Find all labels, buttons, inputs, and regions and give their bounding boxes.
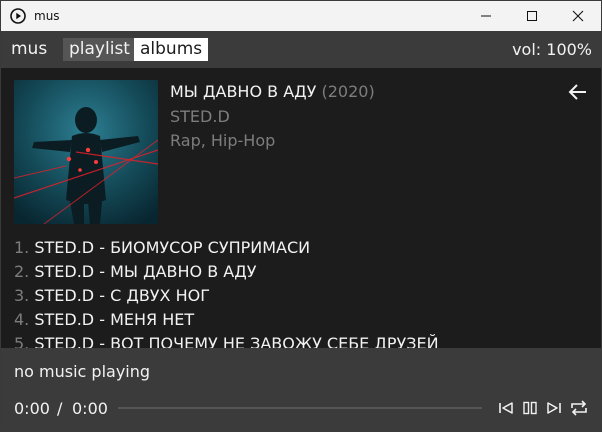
album-cover bbox=[14, 80, 158, 224]
track-title: STED.D - С ДВУХ НОГ bbox=[34, 286, 210, 305]
track-row[interactable]: 4. STED.D - МЕНЯ НЕТ bbox=[14, 308, 594, 332]
tab-albums[interactable]: albums bbox=[134, 38, 209, 61]
repeat-button[interactable] bbox=[569, 399, 589, 417]
brand-label[interactable]: mus bbox=[5, 38, 53, 61]
time-separator: / bbox=[57, 399, 63, 418]
maximize-button[interactable] bbox=[509, 1, 555, 31]
play-circle-icon bbox=[10, 8, 26, 24]
album-year: (2020) bbox=[321, 82, 375, 101]
track-title: STED.D - МЕНЯ НЕТ bbox=[34, 310, 195, 329]
track-number: 1. bbox=[14, 238, 30, 257]
track-number: 3. bbox=[14, 286, 30, 305]
minimize-button[interactable] bbox=[463, 1, 509, 31]
album-genres: Rap, Hip-Hop bbox=[170, 131, 276, 150]
track-number: 4. bbox=[14, 310, 30, 329]
album-title: МЫ ДАВНО В АДУ bbox=[170, 82, 317, 101]
minimize-icon bbox=[481, 15, 491, 17]
arrow-left-icon bbox=[568, 84, 586, 100]
title-bar: mus bbox=[1, 1, 601, 31]
nav-bar: mus playlist albums vol: 100% bbox=[1, 31, 601, 68]
repeat-icon bbox=[571, 400, 587, 416]
close-button[interactable] bbox=[555, 1, 601, 31]
window-title: mus bbox=[34, 9, 60, 23]
current-time: 0:00 bbox=[14, 399, 50, 418]
volume-indicator[interactable]: vol: 100% bbox=[512, 38, 592, 61]
now-playing-status: no music playing bbox=[14, 362, 151, 381]
track-number: 2. bbox=[14, 262, 30, 281]
track-row[interactable]: 1. STED.D - БИОМУСОР СУПРИМАСИ bbox=[14, 236, 594, 260]
track-row[interactable]: 3. STED.D - С ДВУХ НОГ bbox=[14, 284, 594, 308]
player-bar: no music playing 0:00 / 0:00 bbox=[1, 348, 601, 431]
track-row[interactable]: 5. STED.D - ВОТ ПОЧЕМУ НЕ ЗАВОЖУ СЕБЕ ДР… bbox=[14, 332, 594, 348]
track-number: 5. bbox=[14, 334, 30, 348]
previous-button[interactable] bbox=[497, 399, 515, 417]
skip-forward-icon bbox=[547, 402, 561, 414]
progress-bar[interactable] bbox=[118, 407, 482, 409]
back-button[interactable] bbox=[567, 82, 589, 102]
track-title: STED.D - ВОТ ПОЧЕМУ НЕ ЗАВОЖУ СЕБЕ ДРУЗЕ… bbox=[34, 334, 439, 348]
next-button[interactable] bbox=[545, 399, 563, 417]
track-row[interactable]: 2. STED.D - МЫ ДАВНО В АДУ bbox=[14, 260, 594, 284]
app-window: mus mus playlist albums vol: 100% МЫ ДАВ… bbox=[0, 0, 602, 432]
pause-icon bbox=[523, 401, 537, 415]
track-title: STED.D - МЫ ДАВНО В АДУ bbox=[34, 262, 257, 281]
track-title: STED.D - БИОМУСОР СУПРИМАСИ bbox=[34, 238, 311, 257]
track-list: 1. STED.D - БИОМУСОР СУПРИМАСИ 2. STED.D… bbox=[14, 236, 594, 348]
close-icon bbox=[572, 10, 584, 22]
tab-playlist[interactable]: playlist bbox=[63, 38, 136, 61]
album-artist[interactable]: STED.D bbox=[170, 107, 230, 126]
maximize-icon bbox=[527, 11, 537, 21]
pause-button[interactable] bbox=[521, 399, 539, 417]
album-title-line: МЫ ДАВНО В АДУ (2020) bbox=[170, 82, 375, 101]
skip-back-icon bbox=[499, 402, 513, 414]
total-time: 0:00 bbox=[72, 399, 108, 418]
